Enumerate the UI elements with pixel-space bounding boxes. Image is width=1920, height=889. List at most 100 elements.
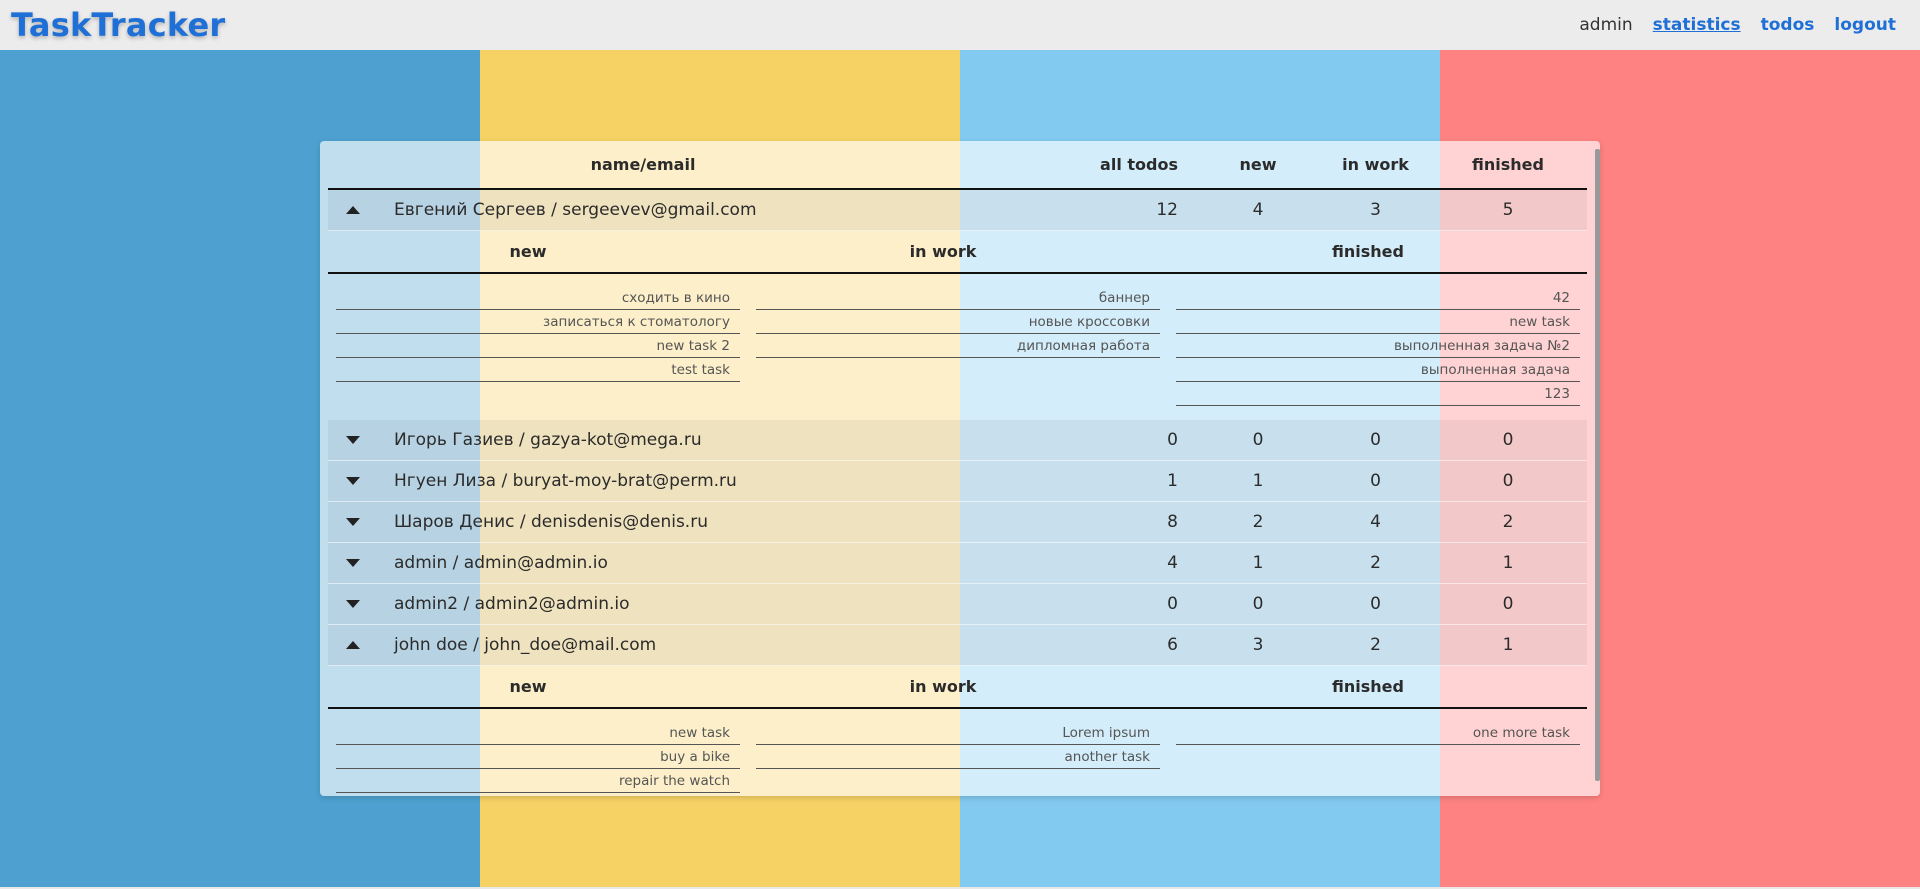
task-item[interactable]: 42: [1176, 286, 1580, 310]
task-item[interactable]: Lorem ipsum: [756, 721, 1160, 745]
user-in-work-count: 3: [1370, 200, 1381, 220]
toggle-cell[interactable]: [328, 600, 378, 608]
detail-header-finished: finished: [1332, 242, 1404, 261]
user-all-todos: 0: [1167, 430, 1178, 450]
user-finished-count: 1: [1502, 635, 1514, 655]
user-name-email: admin / admin@admin.io: [394, 553, 608, 573]
expand-arrow-icon[interactable]: [346, 518, 360, 526]
user-finished-count: 0: [1502, 430, 1514, 450]
user-row[interactable]: john doe / john_doe@mail.com 6 3 2 1: [328, 625, 1587, 666]
task-item[interactable]: дипломная работа: [756, 334, 1160, 358]
task-detail-body: сходить в кино записаться к стоматологу ne…: [328, 274, 1587, 420]
user-name-email: Шаров Денис / denisdenis@denis.ru: [394, 512, 708, 532]
statistics-card: name/email all todos new in work finishe…: [320, 141, 1600, 796]
task-item[interactable]: записаться к стоматологу: [336, 310, 740, 334]
nav-todos-link[interactable]: todos: [1761, 15, 1815, 35]
task-item[interactable]: test task: [336, 358, 740, 382]
user-name-email: admin2 / admin2@admin.io: [394, 594, 630, 614]
task-column-in-work: баннер новые кроссовки дипломная работа: [756, 286, 1160, 406]
header-new: new: [1239, 155, 1277, 174]
task-item[interactable]: новые кроссовки: [756, 310, 1160, 334]
toggle-cell[interactable]: [328, 518, 378, 526]
task-column-new: сходить в кино записаться к стоматологу ne…: [336, 286, 740, 406]
toggle-cell[interactable]: [328, 436, 378, 444]
user-finished-count: 5: [1502, 200, 1514, 220]
user-new-count: 3: [1252, 635, 1264, 655]
nav-statistics-link[interactable]: statistics: [1653, 15, 1741, 35]
expand-arrow-icon[interactable]: [346, 600, 360, 608]
user-row[interactable]: Нгуен Лиза / buryat-moy-brat@perm.ru 1 1 0 0: [328, 461, 1587, 502]
top-bar: TaskTracker admin statistics todos logou…: [0, 0, 1920, 50]
user-new-count: 0: [1252, 430, 1264, 450]
user-finished-count: 0: [1502, 471, 1514, 491]
table-header: name/email all todos new in work finishe…: [328, 141, 1587, 190]
task-item[interactable]: another task: [756, 745, 1160, 769]
task-item[interactable]: one more task: [1176, 721, 1580, 745]
task-item[interactable]: new task: [336, 721, 740, 745]
card-scrollbar[interactable]: [1595, 149, 1600, 781]
task-detail-header: new in work finished: [328, 231, 1587, 274]
expand-arrow-icon[interactable]: [346, 477, 360, 485]
task-column-finished: 42 new task выполненная задача №2 выполненн…: [1176, 286, 1580, 406]
toggle-cell[interactable]: [328, 641, 378, 649]
user-row[interactable]: Шаров Денис / denisdenis@denis.ru 8 2 4 2: [328, 502, 1587, 543]
toggle-cell[interactable]: [328, 477, 378, 485]
header-all-todos: all todos: [1100, 155, 1178, 174]
task-item[interactable]: сходить в кино: [336, 286, 740, 310]
user-all-todos: 12: [1156, 200, 1178, 220]
user-row[interactable]: admin2 / admin2@admin.io 0 0 0 0: [328, 584, 1587, 625]
user-in-work-count: 2: [1370, 635, 1381, 655]
detail-header-new: new: [509, 677, 547, 696]
task-item[interactable]: баннер: [756, 286, 1160, 310]
task-item[interactable]: new task: [1176, 310, 1580, 334]
task-item[interactable]: buy a bike: [336, 745, 740, 769]
user-row[interactable]: Игорь Газиев / gazya-kot@mega.ru 0 0 0 0: [328, 420, 1587, 461]
user-new-count: 1: [1252, 471, 1264, 491]
expand-arrow-icon[interactable]: [346, 559, 360, 567]
user-name-email: Нгуен Лиза / buryat-moy-brat@perm.ru: [394, 471, 737, 491]
user-finished-count: 0: [1502, 594, 1514, 614]
task-column-finished: one more task: [1176, 721, 1580, 793]
task-item[interactable]: 123: [1176, 382, 1580, 406]
detail-header-in-work: in work: [909, 677, 977, 696]
detail-header-new: new: [509, 242, 547, 261]
toggle-cell[interactable]: [328, 559, 378, 567]
app-logo[interactable]: TaskTracker: [11, 6, 225, 44]
user-name-email: Игорь Газиев / gazya-kot@mega.ru: [394, 430, 702, 450]
user-name-email: john doe / john_doe@mail.com: [394, 635, 657, 655]
task-column-new: new task buy a bike repair the watch: [336, 721, 740, 793]
header-finished: finished: [1472, 155, 1544, 174]
expand-arrow-icon[interactable]: [346, 436, 360, 444]
collapse-arrow-icon[interactable]: [346, 641, 360, 649]
user-row[interactable]: Евгений Сергеев / sergeevev@gmail.com 12 4…: [328, 190, 1587, 231]
user-finished-count: 2: [1502, 512, 1514, 532]
user-in-work-count: 0: [1370, 430, 1381, 450]
user-in-work-count: 2: [1370, 553, 1381, 573]
detail-header-in-work: in work: [909, 242, 977, 261]
task-column-in-work: Lorem ipsum another task: [756, 721, 1160, 793]
user-new-count: 2: [1252, 512, 1264, 532]
user-finished-count: 1: [1502, 553, 1514, 573]
user-all-todos: 1: [1167, 471, 1178, 491]
header-in-work: in work: [1342, 155, 1409, 174]
task-item[interactable]: выполненная задача №2: [1176, 334, 1580, 358]
user-in-work-count: 0: [1370, 594, 1381, 614]
detail-header-finished: finished: [1332, 677, 1404, 696]
collapse-arrow-icon[interactable]: [346, 206, 360, 214]
header-name: name/email: [590, 155, 696, 174]
user-row[interactable]: admin / admin@admin.io 4 1 2 1: [328, 543, 1587, 584]
user-new-count: 0: [1252, 594, 1264, 614]
task-item[interactable]: new task 2: [336, 334, 740, 358]
toggle-cell[interactable]: [328, 206, 378, 214]
current-user-label: admin: [1579, 15, 1633, 35]
user-all-todos: 4: [1167, 553, 1178, 573]
user-all-todos: 0: [1167, 594, 1178, 614]
top-nav: admin statistics todos logout: [1579, 15, 1896, 35]
task-detail-header: new in work finished: [328, 666, 1587, 709]
task-detail-body: new task buy a bike repair the watch Lorem …: [328, 709, 1587, 796]
user-new-count: 1: [1252, 553, 1264, 573]
table-body: Евгений Сергеев / sergeevev@gmail.com 12 4…: [328, 190, 1587, 796]
task-item[interactable]: repair the watch: [336, 769, 740, 793]
task-item[interactable]: выполненная задача: [1176, 358, 1580, 382]
nav-logout-link[interactable]: logout: [1834, 15, 1896, 35]
